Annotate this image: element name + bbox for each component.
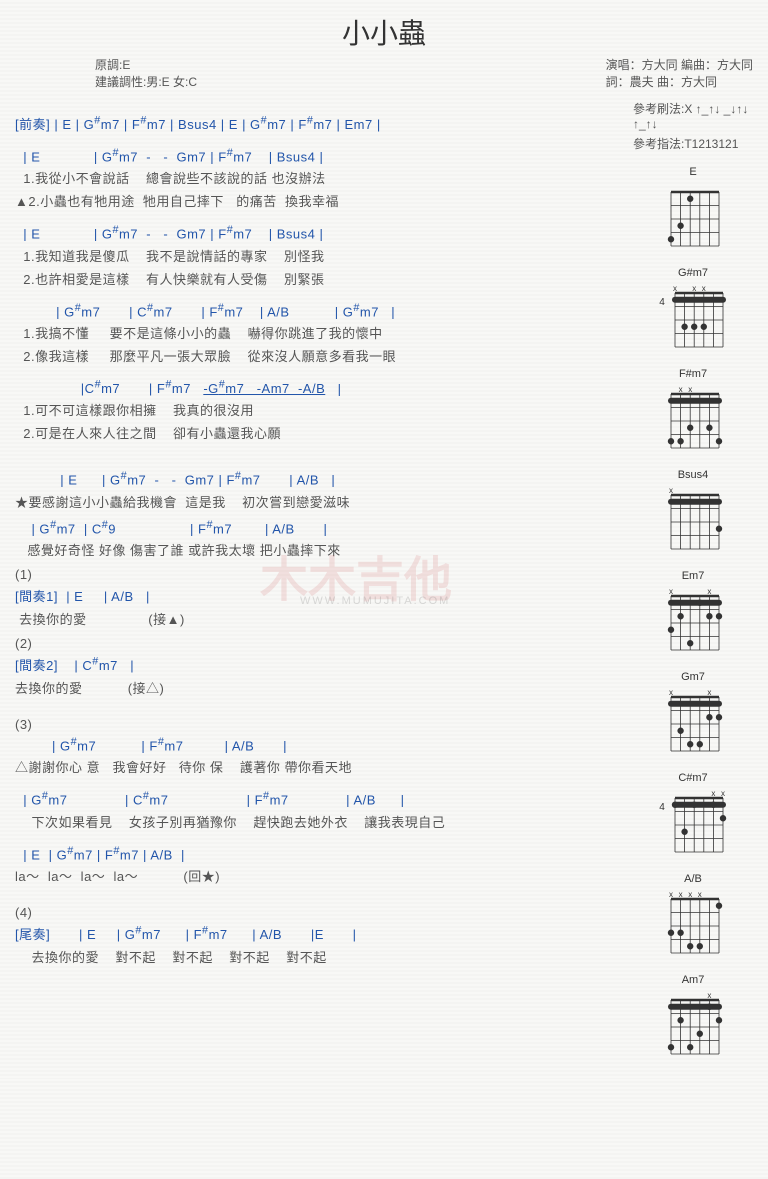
svg-text:x: x <box>688 385 692 394</box>
b2-label: [間奏2] <box>15 658 58 673</box>
num2: (2) <box>15 636 623 651</box>
chord-diagram-cm7: C#m74xx <box>633 772 753 859</box>
svg-text:x: x <box>669 486 673 495</box>
svg-text:x: x <box>673 284 677 293</box>
svg-text:x: x <box>669 890 673 899</box>
v-r2-l2: 2.也許相愛是這樣 有人快樂就有人受傷 別緊張 <box>15 269 623 288</box>
intro-chords: | E | G#m7 | F#m7 | Bsus4 | E | G#m7 | F… <box>50 117 381 132</box>
v-r2-chords: | E | G#m7 - - Gm7 | F#m7 | Bsus4 | <box>15 224 623 241</box>
outro-l: 去換你的愛 對不起 對不起 對不起 對不起 <box>15 947 623 966</box>
v-r3-chords: | G#m7 | C#m7 | F#m7 | A/B | G#m7 | <box>15 302 623 319</box>
v-r1-chords: | E | G#m7 - - Gm7 | F#m7 | Bsus4 | <box>15 147 623 164</box>
b3-r3-l: la～ la～ la～ la～ (回★) <box>15 866 623 885</box>
chord-diagram-gm7: G#m74xxx <box>633 267 753 354</box>
c-r2-l: 感覺好奇怪 好像 傷害了誰 或許我太壞 把小蟲摔下來 <box>15 540 623 559</box>
b1-l: 去換你的愛 (接▲) <box>15 609 623 628</box>
num4: (4) <box>15 905 623 920</box>
meta-credits2: 詞：農夫 曲：方大同 <box>606 73 753 90</box>
chord-diagram-fm7: F#m7xx <box>633 368 753 455</box>
chord-diagram-e: E <box>633 166 753 253</box>
b2-l: 去換你的愛 (接△) <box>15 678 623 697</box>
svg-text:x: x <box>707 991 711 1000</box>
svg-text:x: x <box>707 587 711 596</box>
b3-r1-l: △謝謝你心 意 我會好好 待你 保 護著你 帶你看天地 <box>15 757 623 776</box>
v-r3-l2: 2.像我這樣 那麼平凡一張大眾臉 從來沒人願意多看我一眼 <box>15 346 623 365</box>
svg-text:x: x <box>702 284 706 293</box>
side-panel: 參考刷法:X ↑_↑↓ _↓↑↓ ↑_↑↓ 參考指法:T1213121 E G#m… <box>633 100 753 1067</box>
svg-text:x: x <box>698 890 702 899</box>
song-title: 小小蟲 <box>15 12 753 52</box>
outro-label: [尾奏] <box>15 927 50 942</box>
ref-strum: 參考刷法:X ↑_↑↓ _↓↑↓ ↑_↑↓ <box>633 100 753 131</box>
meta-key: 原調:E <box>95 56 197 73</box>
v-r3-l1: 1.我搞不懂 要不是這條小小的蟲 嚇得你跳進了我的懷中 <box>15 323 623 342</box>
ref-finger: 參考指法:T1213121 <box>633 135 753 152</box>
chord-diagram-em7: Em7xx <box>633 570 753 657</box>
b3-r1-chords: | G#m7 | F#m7 | A/B | <box>15 736 623 753</box>
meta-row: 原調:E 建議調性:男:E 女:C 演唱：方大同 編曲：方大同 詞：農夫 曲：方… <box>15 56 753 90</box>
outro-chords: | E | G#m7 | F#m7 | A/B |E | <box>50 927 356 942</box>
watermark-url: WWW.MUMUJITA.COM <box>300 595 450 607</box>
b1-chords: | E | A/B | <box>58 589 150 604</box>
v-r4-l2: 2.可是在人來人往之間 卻有小蟲還我心願 <box>15 423 623 442</box>
svg-text:x: x <box>707 688 711 697</box>
svg-text:x: x <box>679 890 683 899</box>
chord-diagram-ab: A/Bxxxx <box>633 873 753 960</box>
c-r1-chords: | E | G#m7 - - Gm7 | F#m7 | A/B | <box>15 470 623 487</box>
num1: (1) <box>15 567 623 582</box>
chord-diagram-gm7: Gm7xx <box>633 671 753 758</box>
v-r1-l2: ▲2.小蟲也有牠用途 牠用自己摔下 的痛苦 換我幸福 <box>15 191 623 210</box>
v-r4-l1: 1.可不可這樣跟你相擁 我真的很沒用 <box>15 400 623 419</box>
c-r1-l: ★要感謝這小小蟲給我機會 這是我 初次嘗到戀愛滋味 <box>15 492 623 511</box>
svg-text:x: x <box>669 587 673 596</box>
num3: (3) <box>15 717 623 732</box>
chord-diagram-am7: Am7x <box>633 974 753 1061</box>
svg-text:x: x <box>721 789 725 798</box>
b1-label: [間奏1] <box>15 589 58 604</box>
v-r1-l1: 1.我從小不會說話 總會說些不該說的話 也沒辦法 <box>15 168 623 187</box>
svg-text:x: x <box>692 284 696 293</box>
c-r2-chords: | G#m7 | C#9 | F#m7 | A/B | <box>15 519 623 536</box>
svg-text:x: x <box>688 890 692 899</box>
svg-text:x: x <box>711 789 715 798</box>
b2-chords: | C#m7 | <box>58 658 134 673</box>
chord-sheet: [前奏] | E | G#m7 | F#m7 | Bsus4 | E | G#m… <box>15 100 633 1067</box>
b3-r3-chords: | E | G#m7 | F#m7 | A/B | <box>15 845 623 862</box>
v-r2-l1: 1.我知道我是傻瓜 我不是說情話的專家 別怪我 <box>15 246 623 265</box>
svg-text:x: x <box>679 385 683 394</box>
b3-r2-chords: | G#m7 | C#m7 | F#m7 | A/B | <box>15 790 623 807</box>
v-r4-chords: |C#m7 | F#m7 -G#m7 -Am7 -A/B | <box>15 379 623 396</box>
intro-label: [前奏] <box>15 117 50 132</box>
chord-diagram-bsus4: Bsus4x <box>633 469 753 556</box>
meta-suggest: 建議調性:男:E 女:C <box>95 73 197 90</box>
b3-r2-l: 下次如果看見 女孩子別再猶豫你 趕快跑去她外衣 讓我表現自己 <box>15 812 623 831</box>
svg-text:x: x <box>669 688 673 697</box>
meta-credits1: 演唱：方大同 編曲：方大同 <box>606 56 753 73</box>
